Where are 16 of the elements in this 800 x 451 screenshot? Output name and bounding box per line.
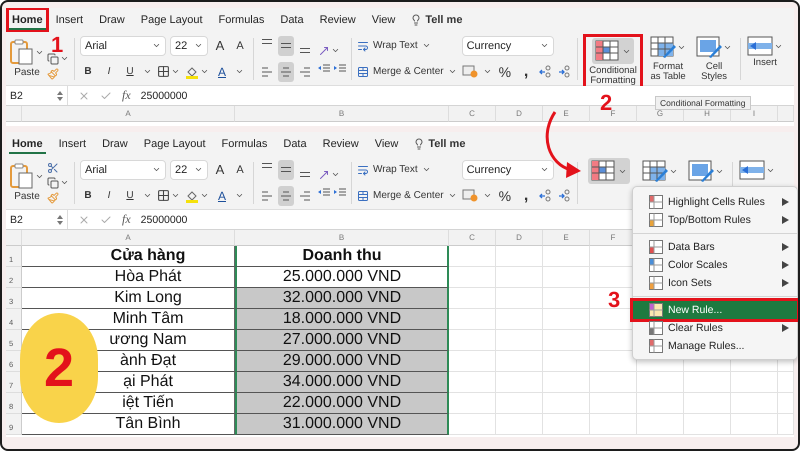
table-cell: 34.000.000 VND [235, 372, 449, 393]
step-number: 1 [51, 34, 64, 56]
table-cell: 31.000.000 VND [235, 414, 449, 435]
table-cell: Tân Bình [22, 414, 235, 435]
table-cell: Hòa Phát [22, 267, 235, 288]
table-cell: 29.000.000 VND [235, 351, 449, 372]
table-cell: 18.000.000 VND [235, 309, 449, 330]
table-cell: 25.000.000 VND [235, 267, 449, 288]
table-cell: Doanh thu [235, 246, 449, 267]
table-cell: Kim Long [22, 288, 235, 309]
step-number: 3 [608, 289, 620, 311]
table-cell: 27.000.000 VND [235, 330, 449, 351]
table-cell: 22.000.000 VND [235, 393, 449, 414]
table-cell: Cửa hàng [22, 246, 235, 267]
tooltip: Conditional Formatting [655, 96, 751, 110]
table-cell: 32.000.000 VND [235, 288, 449, 309]
